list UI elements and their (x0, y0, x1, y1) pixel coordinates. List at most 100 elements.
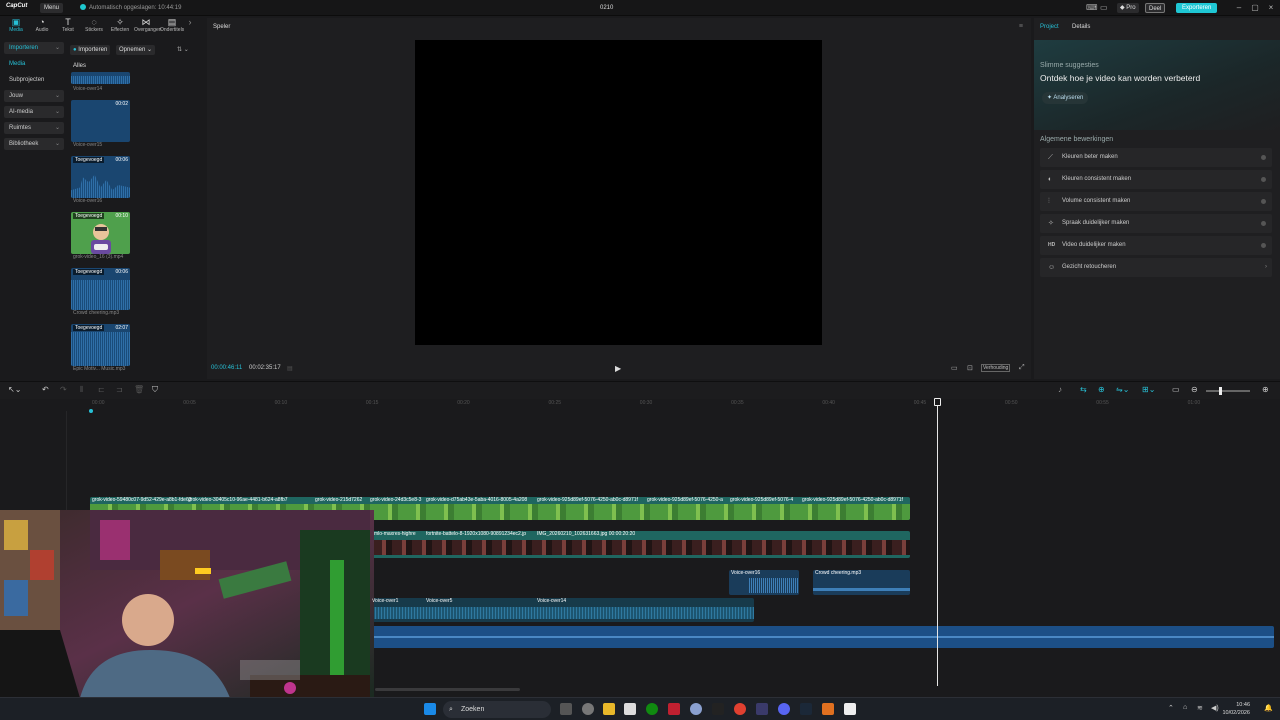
timeline-ruler[interactable]: 00:00 00:05 00:10 00:15 00:20 00:25 00:30 00:35… (0, 399, 1280, 411)
sidenav-media[interactable]: Media (4, 58, 64, 70)
app-dark-icon[interactable] (756, 703, 768, 715)
export-button[interactable]: Exporteren (1176, 3, 1218, 13)
close-icon[interactable]: × (1264, 2, 1278, 14)
system-clock[interactable]: 10:46 10/02/2026 (1222, 701, 1250, 717)
timeline-scrollbar[interactable] (375, 688, 520, 691)
audio-track-voiceovers[interactable]: Voice-over1 Voice-over5 Voice-over14 (372, 598, 754, 622)
snap-icon[interactable]: ⊞⌄ (1142, 385, 1155, 394)
media-thumb[interactable]: Toegevoegd 00:10 (71, 212, 130, 254)
sidenav-import[interactable]: Importeren ⌄ (4, 42, 64, 54)
discord-icon[interactable] (778, 703, 790, 715)
sidenav-subprojects[interactable]: Subprojecten (4, 74, 64, 86)
zoom-out-icon[interactable]: ⊖ (1191, 385, 1198, 394)
toggle-icon[interactable] (1261, 199, 1266, 204)
shortcuts-icon[interactable]: ⌨ (1086, 3, 1098, 12)
undo-icon[interactable]: ↶ (42, 385, 49, 394)
action-clear-video[interactable]: HD Video duidelijker maken (1040, 236, 1272, 255)
menu-button[interactable]: Menu (40, 3, 64, 13)
toggle-icon[interactable] (1261, 221, 1266, 226)
sidenav-spaces[interactable]: Ruimtes ⌄ (4, 122, 64, 134)
analyze-button[interactable]: ✦ Analyseren (1042, 92, 1089, 104)
sidenav-ai-media[interactable]: AI-media ⌄ (4, 106, 64, 118)
tool-stickers[interactable]: ◌ Stickers (82, 17, 106, 39)
mic-icon[interactable]: ♪ (1058, 385, 1062, 394)
minimize-icon[interactable]: – (1232, 2, 1246, 14)
marker-icon[interactable]: ⛉ (152, 385, 158, 395)
capcut-icon[interactable] (712, 703, 724, 715)
preview-axis-icon[interactable]: ⇋⌄ (1116, 385, 1129, 394)
action-face-retouch[interactable]: ☺ Gezicht retoucheren › (1040, 258, 1272, 277)
capcut-active-icon[interactable] (844, 703, 856, 715)
pro-button[interactable]: ◆ Pro (1117, 3, 1139, 13)
app-orange-icon[interactable] (822, 703, 834, 715)
zoom-slider-handle[interactable] (1219, 387, 1222, 395)
player-menu-icon[interactable]: ≡ (1019, 23, 1023, 30)
zoom-slider[interactable] (1206, 387, 1250, 395)
action-consistent-colors[interactable]: ◐ Kleuren consistent maken (1040, 170, 1272, 189)
sort-icon[interactable]: ⇅ ⌄ (174, 45, 192, 55)
media-thumb[interactable]: Toegevoegd 02:07 (71, 324, 130, 366)
maximize-icon[interactable]: ▢ (1248, 2, 1262, 14)
split-right-icon[interactable]: ⊐ (116, 385, 123, 394)
more-tools-icon[interactable]: › (186, 17, 194, 39)
ratio-button[interactable]: Verhouding (981, 364, 1011, 372)
video-track-2[interactable]: mlo-maxres-highre fortnite-battelo-8-192… (372, 531, 910, 558)
select-tool-icon[interactable]: ↖⌄ (8, 385, 21, 394)
toggle-icon[interactable] (1261, 177, 1266, 182)
app-red-icon[interactable] (668, 703, 680, 715)
steam-icon[interactable] (800, 703, 812, 715)
toggle-icon[interactable] (1261, 243, 1266, 248)
video-preview[interactable] (415, 40, 822, 345)
tray-chevron-icon[interactable]: ⌃ (1168, 704, 1174, 712)
xbox-icon[interactable] (646, 703, 658, 715)
windows-start-icon[interactable] (424, 703, 436, 715)
wifi-icon[interactable]: ≋ (1197, 704, 1203, 712)
playhead[interactable] (937, 398, 938, 686)
taskbar-search[interactable]: ⌕ Zoeken (443, 701, 551, 718)
redo-icon[interactable]: ↷ (60, 385, 67, 394)
media-thumb[interactable]: Toegevoegd 00:06 (71, 268, 130, 310)
sidenav-yours[interactable]: Jouw ⌄ (4, 90, 64, 102)
store-icon[interactable] (624, 703, 636, 715)
file-explorer-icon[interactable] (603, 703, 615, 715)
split-icon[interactable]: ⫴ (80, 385, 83, 395)
music-track[interactable] (372, 626, 1274, 648)
crop-icon[interactable]: ⊡ (967, 364, 973, 372)
tool-effects[interactable]: ✧ Effecten (108, 17, 132, 39)
sidenav-library[interactable]: Bibliotheek ⌄ (4, 138, 64, 150)
chrome-icon[interactable] (734, 703, 746, 715)
screen-icon[interactable]: ▭ (1172, 385, 1180, 394)
zoom-in-icon[interactable]: ⊕ (1262, 385, 1269, 394)
tool-media[interactable]: ▣ Media (4, 17, 28, 39)
tool-transitions[interactable]: ⋈ Overgangen (134, 17, 162, 39)
playhead-handle[interactable] (934, 398, 941, 406)
filter-all[interactable]: Alles (73, 63, 86, 69)
tool-subtitles[interactable]: ▤ Ondertitels (160, 17, 184, 39)
media-thumb[interactable]: Toegevoegd 00:06 (71, 156, 130, 198)
layout-icon[interactable]: ▭ (1100, 3, 1108, 12)
share-button[interactable]: Deel (1145, 3, 1166, 13)
tab-details[interactable]: Details (1072, 24, 1090, 30)
magnet-icon[interactable]: ⊕ (1098, 385, 1105, 394)
toggle-icon[interactable] (1261, 155, 1266, 160)
audio-clip-voiceover16[interactable]: Voice-over16 (729, 570, 799, 595)
media-thumb[interactable] (71, 72, 130, 84)
media-thumb[interactable]: 00:02 (71, 100, 130, 142)
split-left-icon[interactable]: ⊏ (98, 385, 105, 394)
copilot-icon[interactable] (582, 703, 594, 715)
app-drop-icon[interactable] (690, 703, 702, 715)
task-view-icon[interactable] (560, 703, 572, 715)
action-consistent-volume[interactable]: ⫶ Volume consistent maken (1040, 192, 1272, 211)
tool-audio[interactable]: ◔ Audio (30, 17, 54, 39)
volume-icon[interactable]: ◀) (1211, 704, 1219, 712)
play-icon[interactable]: ▶ (615, 364, 621, 373)
notification-icon[interactable]: 🔔 (1264, 704, 1273, 712)
fullscreen-icon[interactable]: ⤢ (1019, 364, 1025, 372)
tool-text[interactable]: T Tekst (56, 17, 80, 39)
record-button[interactable]: Opnemen ⌄ (116, 45, 156, 55)
import-button[interactable]: ● Importeren (70, 45, 111, 55)
tab-project[interactable]: Project (1040, 24, 1059, 30)
network-icon[interactable]: ⌂ (1183, 704, 1187, 711)
link-icon[interactable]: ⇆ (1080, 385, 1087, 394)
audio-clip-crowd[interactable]: Crowd cheering.mp3 (813, 570, 910, 595)
